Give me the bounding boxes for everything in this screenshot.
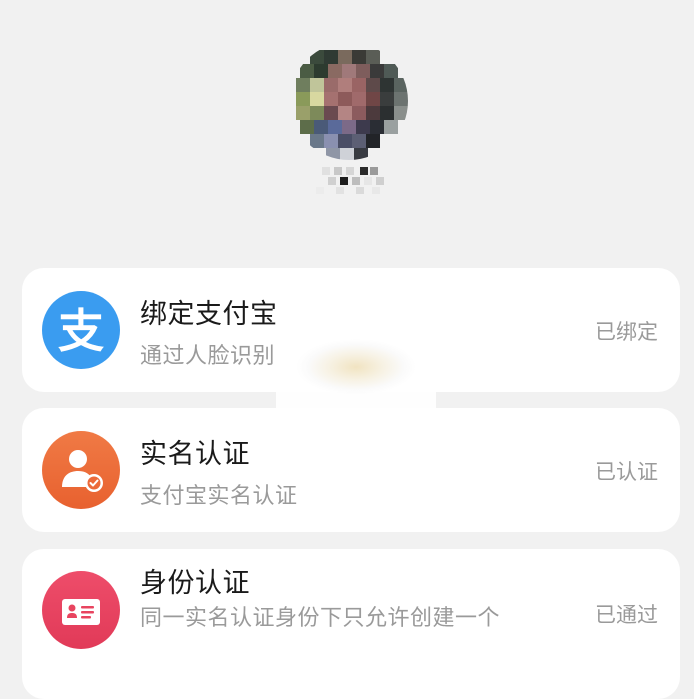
- alipay-icon-glyph: 支: [58, 304, 104, 358]
- item-title: 实名认证: [140, 439, 250, 470]
- svg-text:支: 支: [58, 304, 104, 358]
- item-title: 身份认证: [140, 568, 250, 599]
- id-card-icon: [42, 571, 120, 649]
- identity-verification-item[interactable]: 身份认证 同一实名认证身份下只允许创建一个 已通过: [22, 549, 680, 699]
- item-status: 已通过: [595, 603, 658, 627]
- item-status: 已绑定: [595, 320, 658, 344]
- user-verified-icon: [42, 431, 120, 509]
- username-mosaic-graphic: [316, 167, 384, 194]
- avatar[interactable]: [290, 42, 408, 160]
- item-title: 绑定支付宝: [140, 299, 278, 330]
- avatar-image: [290, 42, 408, 160]
- id-card-icon-glyph: [62, 599, 100, 625]
- item-status: 已认证: [595, 460, 658, 484]
- privacy-blur: [276, 302, 436, 412]
- user-verified-icon-glyph: [62, 450, 103, 492]
- item-subtitle: 通过人脸识别: [140, 344, 276, 369]
- item-subtitle: 支付宝实名认证: [140, 484, 298, 509]
- realname-verification-item[interactable]: 实名认证 支付宝实名认证 已认证: [22, 408, 680, 532]
- profile-header: [0, 0, 694, 250]
- username-mosaic: [312, 165, 394, 195]
- item-subtitle: 同一实名认证身份下只允许创建一个: [140, 606, 501, 631]
- alipay-icon: 支: [42, 291, 120, 369]
